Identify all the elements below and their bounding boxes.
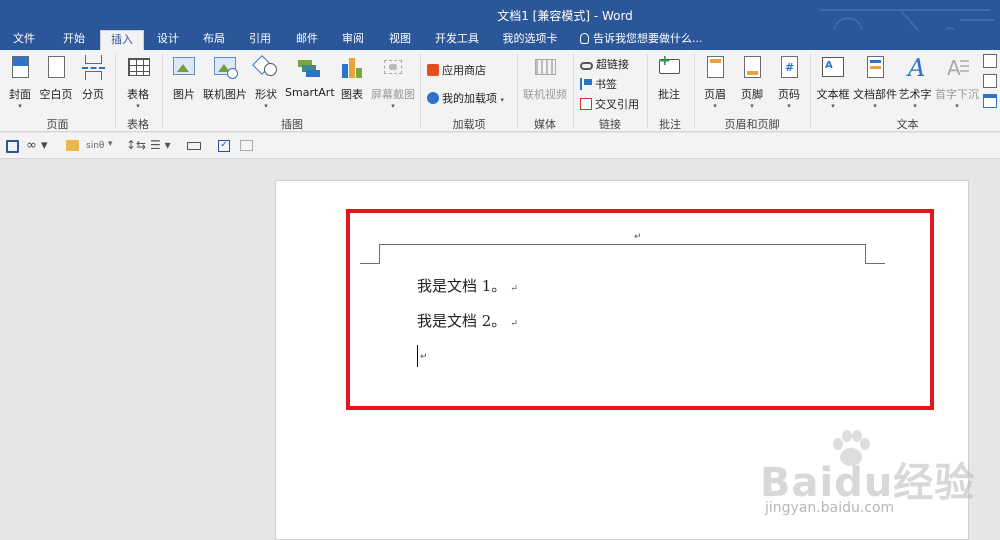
header-button[interactable]: 页眉 ▾: [700, 54, 730, 110]
group-separator: [517, 54, 518, 128]
shapes-button[interactable]: 形状 ▾: [252, 54, 280, 110]
tell-me-box[interactable]: 告诉我您想要做什么...: [580, 30, 703, 50]
group-label-illustrations: 插图: [281, 118, 303, 131]
footer-button[interactable]: 页脚 ▾: [737, 54, 767, 110]
my-addins-button[interactable]: 我的加载项 ▾: [427, 90, 504, 106]
date-time-icon[interactable]: [983, 74, 997, 88]
spacing-icon[interactable]: ↕⇆: [126, 138, 146, 152]
title-bar: 文档1 [兼容模式] - Word: [0, 0, 1000, 47]
highlight-box: [346, 209, 934, 410]
group-separator: [573, 54, 574, 128]
picture-button[interactable]: 图片: [168, 54, 200, 102]
cross-reference-icon: [580, 98, 592, 110]
group-separator: [420, 54, 421, 128]
tab-insert[interactable]: 插入: [100, 30, 144, 51]
tab-developer[interactable]: 开发工具: [428, 30, 486, 50]
page-break-button[interactable]: 分页: [78, 54, 108, 102]
store-icon: [427, 64, 439, 76]
tab-design[interactable]: 设计: [148, 30, 188, 50]
comment-button[interactable]: + 批注: [654, 54, 684, 102]
online-video-button[interactable]: 联机视频: [522, 54, 568, 102]
online-picture-button[interactable]: 联机图片: [202, 54, 248, 102]
wordart-button[interactable]: A 艺术字 ▾: [898, 54, 932, 110]
lightbulb-icon: [580, 33, 589, 44]
infinity-icon[interactable]: ∞ ▾: [26, 138, 48, 153]
group-separator: [647, 54, 648, 128]
dropdown-arrow-icon[interactable]: ▾: [108, 139, 113, 151]
addins-icon: [427, 92, 439, 104]
group-label-pages: 页面: [46, 118, 69, 131]
group-separator: [694, 54, 695, 128]
tab-file[interactable]: 文件: [4, 30, 44, 50]
ribbon: 封面 ▾ 空白页 分页 页面 表格 ▾ 表格 图片 联机图片 形状 ▾ SmartAr…: [0, 50, 1000, 132]
link-icon: [580, 62, 593, 70]
drop-cap-button[interactable]: A 首字下沉 ▾: [935, 54, 979, 110]
quick-access-toolbar: ∞ ▾ sinθ ▾ ↕⇆ ☰ ▾ ✓: [0, 133, 1000, 159]
textbox-button[interactable]: A 文本框 ▾: [815, 54, 851, 110]
group-label-links: 链接: [599, 118, 621, 131]
field-icon[interactable]: [187, 142, 201, 150]
smartart-button[interactable]: SmartArt: [285, 54, 335, 99]
cover-page-button[interactable]: 封面 ▾: [6, 54, 34, 110]
baidu-watermark: Baidu经验 jingyan.baidu.com: [760, 430, 990, 530]
watermark-url: jingyan.baidu.com: [765, 500, 895, 516]
object-icon[interactable]: [983, 94, 997, 108]
group-separator: [115, 54, 116, 128]
line-spacing-icon[interactable]: ☰ ▾: [150, 138, 171, 152]
chart-button[interactable]: 图表: [338, 54, 366, 102]
tab-layout[interactable]: 布局: [194, 30, 234, 50]
signature-line-icon[interactable]: [983, 54, 997, 68]
screenshot-button[interactable]: 屏幕截图 ▾: [370, 54, 416, 110]
group-label-comments: 批注: [659, 118, 681, 131]
formula-icon[interactable]: sinθ: [86, 141, 104, 153]
bookmark-button[interactable]: 书签: [580, 76, 617, 92]
cross-reference-button[interactable]: 交叉引用: [580, 96, 639, 112]
tell-me-text: 告诉我您想要做什么...: [593, 32, 703, 45]
store-button[interactable]: 应用商店: [427, 62, 486, 78]
group-label-header-footer: 页眉和页脚: [724, 118, 780, 131]
checkbox-icon[interactable]: ✓: [218, 140, 230, 152]
group-separator: [162, 54, 163, 128]
group-label-text: 文本: [896, 118, 919, 131]
ribbon-tabs: 文件 开始 插入 设计 布局 引用 邮件 审阅 视图 开发工具 我的选项卡 告诉…: [0, 30, 1000, 51]
tab-home[interactable]: 开始: [54, 30, 94, 50]
bookmark-icon: [580, 78, 592, 90]
tab-references[interactable]: 引用: [240, 30, 280, 50]
group-label-addins: 加载项: [452, 118, 486, 131]
blank-page-button[interactable]: 空白页: [38, 54, 74, 102]
tab-mailings[interactable]: 邮件: [287, 30, 327, 50]
group-label-media: 媒体: [534, 118, 556, 131]
group-label-tables: 表格: [127, 118, 149, 131]
image-control-icon[interactable]: [240, 140, 253, 151]
tab-view[interactable]: 视图: [380, 30, 420, 50]
table-button[interactable]: 表格 ▾: [122, 54, 154, 110]
page-number-button[interactable]: # 页码 ▾: [774, 54, 804, 110]
group-separator: [810, 54, 811, 128]
hyperlink-button[interactable]: 超链接: [580, 56, 629, 72]
tab-review[interactable]: 审阅: [333, 30, 373, 50]
folder-icon[interactable]: [66, 140, 79, 151]
save-icon[interactable]: [6, 140, 19, 153]
tab-my-tab[interactable]: 我的选项卡: [497, 30, 563, 50]
quick-parts-button[interactable]: 文档部件 ▾: [852, 54, 898, 110]
